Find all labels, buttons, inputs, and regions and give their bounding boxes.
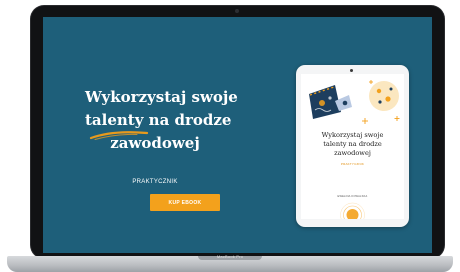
hero-title-highlight: talenty: [85, 111, 144, 129]
hero-title-line-2-rest: na drodze: [143, 111, 232, 129]
laptop-model-label: MacBook Pro: [216, 254, 244, 259]
hero-title-line-1: Wykorzystaj swoje: [85, 88, 238, 106]
ebook-author: EWELINA KOWALSKA: [337, 195, 368, 198]
ebook-title: Wykorzystaj swoje talenty na drodze zawo…: [301, 131, 404, 158]
ebook-title-line-1: Wykorzystaj swoje: [321, 131, 384, 139]
tablet-mockup: Wykorzystaj swoje talenty na drodze zawo…: [296, 65, 409, 227]
cover-illustration-icon: [309, 80, 400, 124]
laptop-camera: [235, 9, 239, 13]
ebook-title-line-2: talenty na drodze: [323, 140, 382, 148]
buy-ebook-button[interactable]: KUP EBOOK: [150, 194, 220, 211]
laptop-screen: Wykorzystaj swoje talenty na drodze zawo…: [43, 17, 432, 253]
hero-subtitle: PRAKTYCZNIK: [132, 179, 178, 185]
tablet-camera: [350, 69, 353, 72]
laptop-frame: Wykorzystaj swoje talenty na drodze zawo…: [31, 6, 444, 258]
ebook-sun-icon: [340, 202, 365, 219]
hero-title: Wykorzystaj swoje talenty na drodze zawo…: [85, 86, 238, 155]
ebook-cover: Wykorzystaj swoje talenty na drodze zawo…: [301, 74, 404, 219]
ebook-label: PRAKTYCZNIK: [340, 162, 365, 166]
ebook-title-line-3: zawodowej: [334, 149, 371, 157]
underline-swash-icon: [89, 131, 149, 140]
